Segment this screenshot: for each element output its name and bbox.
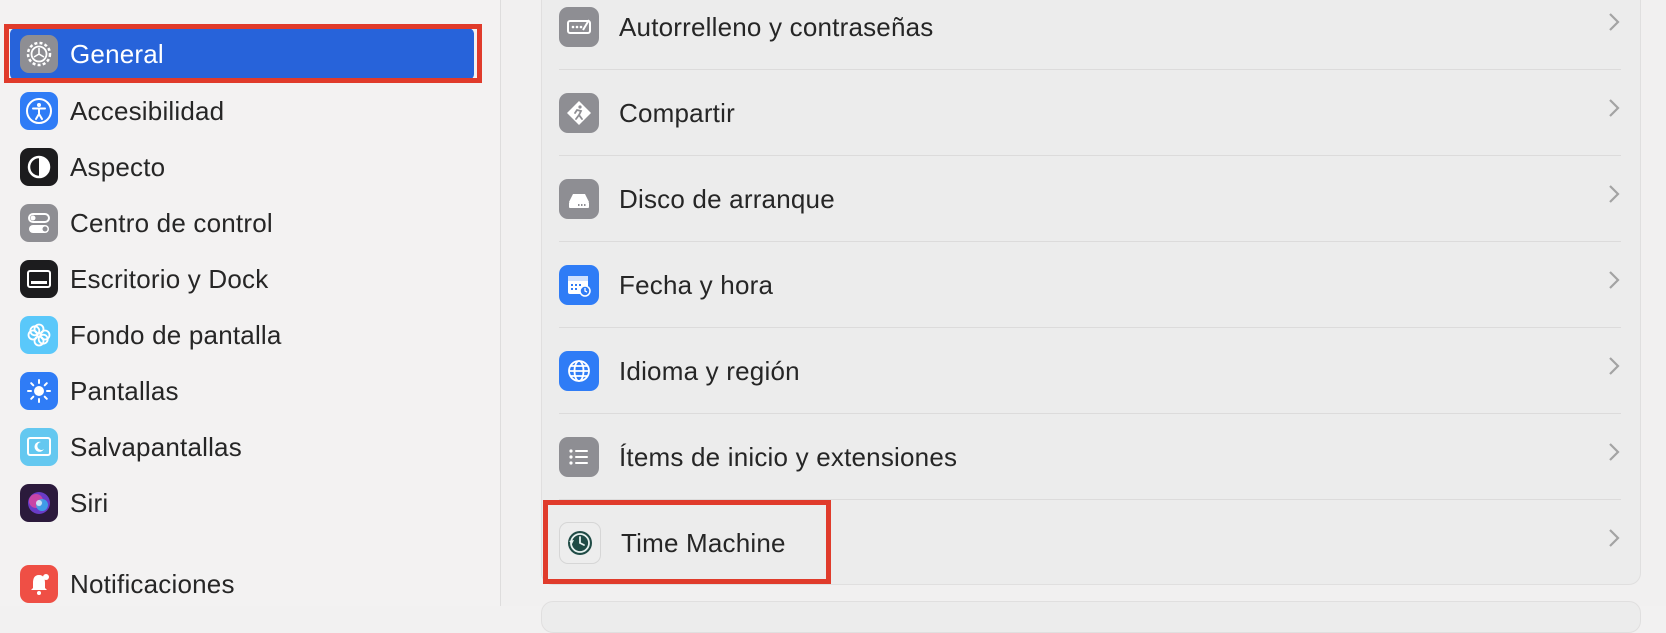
sidebar: General Accesibilidad Aspecto Centro de … (0, 0, 501, 606)
row-items-de-inicio[interactable]: Ítems de inicio y extensiones (559, 414, 1621, 500)
row-label: Compartir (619, 97, 735, 128)
wallpaper-icon (20, 316, 58, 354)
sidebar-item-label: Escritorio y Dock (70, 263, 269, 294)
row-label: Fecha y hora (619, 269, 774, 300)
startup-disk-icon (559, 179, 599, 219)
sidebar-item-centro-de-control[interactable]: Centro de control (10, 197, 474, 249)
sidebar-item-escritorio-y-dock[interactable]: Escritorio y Dock (10, 253, 474, 305)
sidebar-item-siri[interactable]: Siri (10, 477, 474, 529)
sidebar-item-label: Notificaciones (70, 568, 235, 599)
accessibility-icon (20, 92, 58, 130)
row-label: Ítems de inicio y extensiones (619, 441, 958, 472)
sidebar-item-label: Siri (70, 487, 109, 518)
sidebar-item-label: Centro de control (70, 207, 273, 238)
sidebar-item-notificaciones[interactable]: Notificaciones (10, 558, 474, 610)
chevron-right-icon (1609, 185, 1620, 203)
sidebar-item-accesibilidad[interactable]: Accesibilidad (10, 85, 474, 137)
chevron-right-icon (1609, 443, 1620, 461)
calendar-clock-icon (559, 265, 599, 305)
appearance-icon (20, 148, 58, 186)
notifications-icon (20, 565, 58, 603)
sidebar-item-pantallas[interactable]: Pantallas (10, 365, 474, 417)
gear-icon (20, 35, 58, 73)
row-time-machine[interactable]: Time Machine (559, 500, 1621, 586)
sidebar-item-fondo-de-pantalla[interactable]: Fondo de pantalla (10, 309, 474, 361)
control-center-icon (20, 204, 58, 242)
chevron-right-icon (1609, 99, 1620, 117)
row-label: Time Machine (621, 527, 786, 558)
sidebar-item-label: Accesibilidad (70, 95, 225, 126)
time-machine-icon (559, 522, 601, 564)
screensaver-icon (20, 428, 58, 466)
chevron-right-icon (1609, 271, 1620, 289)
row-autorrelleno[interactable]: Autorrelleno y contraseñas (559, 0, 1621, 70)
dock-icon (20, 260, 58, 298)
sidebar-item-general[interactable]: General (10, 28, 474, 80)
sidebar-item-salvapantallas[interactable]: Salvapantallas (10, 421, 474, 473)
siri-icon (20, 484, 58, 522)
row-compartir[interactable]: Compartir (559, 70, 1621, 156)
chevron-right-icon (1609, 13, 1620, 31)
row-label: Idioma y región (619, 355, 800, 386)
list-icon (559, 437, 599, 477)
displays-icon (20, 372, 58, 410)
sidebar-item-label: Pantallas (70, 375, 179, 406)
sidebar-item-label: Fondo de pantalla (70, 319, 282, 350)
chevron-right-icon (1609, 357, 1620, 375)
row-fecha-y-hora[interactable]: Fecha y hora (559, 242, 1621, 328)
sharing-icon (559, 93, 599, 133)
sidebar-item-aspecto[interactable]: Aspecto (10, 141, 474, 193)
row-disco-de-arranque[interactable]: Disco de arranque (559, 156, 1621, 242)
sidebar-item-label: Salvapantallas (70, 431, 242, 462)
sidebar-item-label: Aspecto (70, 151, 166, 182)
row-label: Autorrelleno y contraseñas (619, 11, 934, 42)
chevron-right-icon (1609, 529, 1620, 547)
row-idioma-y-region[interactable]: Idioma y región (559, 328, 1621, 414)
sidebar-item-label: General (70, 38, 164, 69)
row-label: Disco de arranque (619, 183, 835, 214)
globe-icon (559, 351, 599, 391)
autofill-icon (559, 7, 599, 47)
